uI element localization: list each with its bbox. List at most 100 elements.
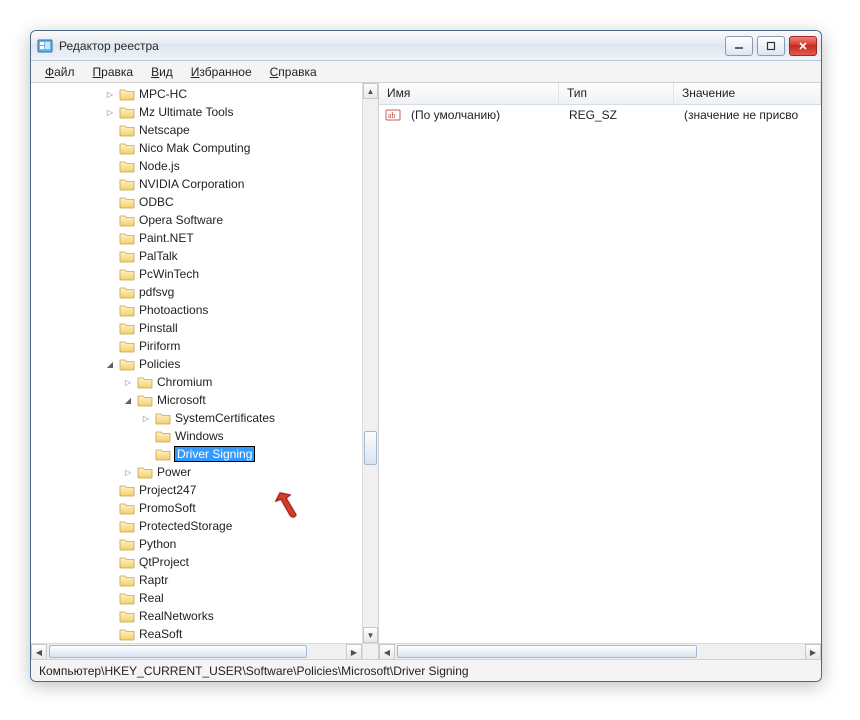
tree-node-label[interactable]: Real: [139, 591, 164, 605]
column-header-type[interactable]: Тип: [559, 83, 674, 104]
tree-node[interactable]: SystemCertificates: [31, 409, 362, 427]
tree-node[interactable]: Windows: [31, 427, 362, 445]
expand-icon[interactable]: [103, 87, 117, 101]
scroll-thumb-horizontal[interactable]: [49, 645, 307, 658]
tree-node[interactable]: Driver Signing: [31, 445, 362, 463]
tree-node[interactable]: Chromium: [31, 373, 362, 391]
tree-node[interactable]: Raptr: [31, 571, 362, 589]
tree-node-label[interactable]: Pinstall: [139, 321, 178, 335]
tree-node-label[interactable]: Opera Software: [139, 213, 223, 227]
tree-node[interactable]: Power: [31, 463, 362, 481]
minimize-button[interactable]: [725, 36, 753, 56]
scroll-thumb-horizontal[interactable]: [397, 645, 697, 658]
tree-horizontal-scrollbar[interactable]: ◀ ▶: [31, 643, 362, 659]
tree-node[interactable]: PcWinTech: [31, 265, 362, 283]
value-row[interactable]: ab (По умолчанию) REG_SZ (значение не пр…: [379, 105, 821, 123]
tree-node-label[interactable]: Policies: [139, 357, 180, 371]
registry-tree[interactable]: MPC-HC Mz Ultimate Tools Netscape Nico M…: [31, 83, 362, 643]
values-horizontal-scrollbar[interactable]: ◀ ▶: [379, 643, 821, 659]
tree-node[interactable]: Python: [31, 535, 362, 553]
tree-node-label[interactable]: Project247: [139, 483, 196, 497]
tree-node-label[interactable]: Chromium: [157, 375, 212, 389]
expand-icon[interactable]: [103, 105, 117, 119]
scroll-down-button[interactable]: ▼: [363, 627, 378, 643]
tree-node-label[interactable]: Netscape: [139, 123, 190, 137]
tree-node[interactable]: Node.js: [31, 157, 362, 175]
window-title: Редактор реестра: [59, 39, 159, 53]
menu-favorites[interactable]: Избранное: [183, 63, 260, 81]
expand-icon[interactable]: [121, 375, 135, 389]
tree-node[interactable]: ProtectedStorage: [31, 517, 362, 535]
values-list[interactable]: ab (По умолчанию) REG_SZ (значение не пр…: [379, 105, 821, 659]
scroll-left-button[interactable]: ◀: [31, 644, 47, 659]
menu-help[interactable]: Справка: [262, 63, 325, 81]
tree-node[interactable]: Real: [31, 589, 362, 607]
statusbar: Компьютер\HKEY_CURRENT_USER\Software\Pol…: [31, 659, 821, 681]
tree-node-label[interactable]: Microsoft: [157, 393, 206, 407]
tree-node[interactable]: ODBC: [31, 193, 362, 211]
tree-node[interactable]: Paint.NET: [31, 229, 362, 247]
tree-node-label[interactable]: pdfsvg: [139, 285, 174, 299]
tree-node-label[interactable]: ODBC: [139, 195, 174, 209]
tree-node-label[interactable]: Mz Ultimate Tools: [139, 105, 233, 119]
tree-node-label[interactable]: PcWinTech: [139, 267, 199, 281]
tree-node[interactable]: RealNetworks: [31, 607, 362, 625]
tree-node-label[interactable]: Power: [157, 465, 191, 479]
tree-node[interactable]: MPC-HC: [31, 85, 362, 103]
tree-vertical-scrollbar[interactable]: ▲ ▼: [362, 83, 378, 643]
maximize-button[interactable]: [757, 36, 785, 56]
tree-node-label[interactable]: PalTalk: [139, 249, 178, 263]
menu-view[interactable]: Вид: [143, 63, 181, 81]
tree-node[interactable]: Piriform: [31, 337, 362, 355]
tree-node[interactable]: PalTalk: [31, 247, 362, 265]
tree-node-label[interactable]: Node.js: [139, 159, 180, 173]
values-pane: Имя Тип Значение ab (По умолчанию) REG_S…: [379, 83, 821, 659]
scroll-up-button[interactable]: ▲: [363, 83, 378, 99]
tree-node-label[interactable]: Piriform: [139, 339, 180, 353]
menu-edit[interactable]: Правка: [85, 63, 142, 81]
tree-node-label[interactable]: QtProject: [139, 555, 189, 569]
tree-node[interactable]: Pinstall: [31, 319, 362, 337]
tree-node[interactable]: NVIDIA Corporation: [31, 175, 362, 193]
collapse-icon[interactable]: [103, 357, 117, 371]
tree-node-label[interactable]: NVIDIA Corporation: [139, 177, 244, 191]
tree-node[interactable]: Netscape: [31, 121, 362, 139]
tree-node[interactable]: Nico Mak Computing: [31, 139, 362, 157]
menu-file[interactable]: Файл: [37, 63, 83, 81]
tree-node[interactable]: Mz Ultimate Tools: [31, 103, 362, 121]
tree-node[interactable]: QtProject: [31, 553, 362, 571]
scroll-left-button[interactable]: ◀: [379, 644, 395, 659]
tree-node-label[interactable]: SystemCertificates: [175, 411, 275, 425]
tree-node-label[interactable]: Driver Signing: [175, 447, 254, 461]
tree-node[interactable]: ReaSoft: [31, 625, 362, 643]
expand-icon[interactable]: [121, 465, 135, 479]
scroll-thumb-vertical[interactable]: [364, 431, 377, 465]
tree-node-label[interactable]: Python: [139, 537, 176, 551]
tree-node[interactable]: PromoSoft: [31, 499, 362, 517]
tree-node[interactable]: Opera Software: [31, 211, 362, 229]
scroll-right-button[interactable]: ▶: [805, 644, 821, 659]
collapse-icon[interactable]: [121, 393, 135, 407]
tree-node-label[interactable]: MPC-HC: [139, 87, 187, 101]
column-header-name[interactable]: Имя: [379, 83, 559, 104]
tree-node[interactable]: Photoactions: [31, 301, 362, 319]
tree-node-label[interactable]: Raptr: [139, 573, 168, 587]
tree-node-label[interactable]: Photoactions: [139, 303, 208, 317]
tree-node-label[interactable]: Nico Mak Computing: [139, 141, 250, 155]
tree-node-label[interactable]: PromoSoft: [139, 501, 196, 515]
folder-icon: [119, 321, 135, 335]
tree-node-label[interactable]: RealNetworks: [139, 609, 214, 623]
expand-icon[interactable]: [139, 411, 153, 425]
tree-node[interactable]: Policies: [31, 355, 362, 373]
folder-icon: [119, 123, 135, 137]
tree-node-label[interactable]: ProtectedStorage: [139, 519, 232, 533]
column-header-value[interactable]: Значение: [674, 83, 821, 104]
close-button[interactable]: [789, 36, 817, 56]
tree-node[interactable]: Microsoft: [31, 391, 362, 409]
tree-node[interactable]: Project247: [31, 481, 362, 499]
tree-node-label[interactable]: Paint.NET: [139, 231, 194, 245]
tree-node-label[interactable]: Windows: [175, 429, 224, 443]
scroll-right-button[interactable]: ▶: [346, 644, 362, 659]
tree-node-label[interactable]: ReaSoft: [139, 627, 182, 641]
tree-node[interactable]: pdfsvg: [31, 283, 362, 301]
